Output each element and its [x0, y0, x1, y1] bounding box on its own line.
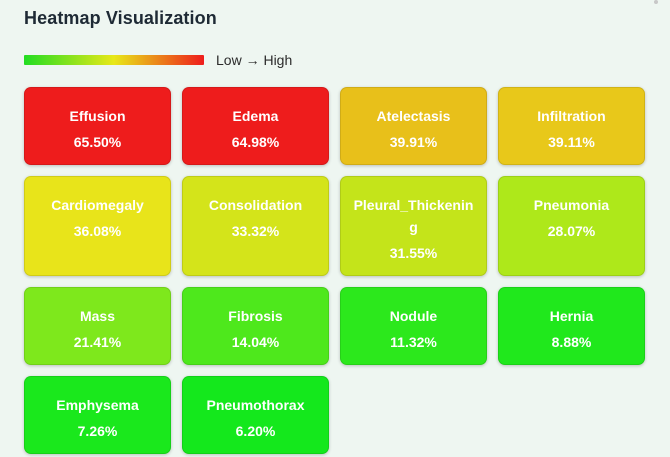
heatmap-cell-value: 39.11% — [548, 134, 595, 150]
heatmap-cell-effusion[interactable]: Effusion 65.50% — [24, 87, 171, 165]
heatmap-cell-value: 8.88% — [551, 334, 592, 350]
heatmap-cell-value: 28.07% — [547, 223, 596, 239]
heatmap-cell-edema[interactable]: Edema 64.98% — [182, 87, 329, 165]
heatmap-cell-pneumothorax[interactable]: Pneumothorax 6.20% — [182, 376, 329, 454]
heatmap-cell-value: 65.50% — [73, 134, 122, 150]
heatmap-cell-value: 6.20% — [235, 423, 276, 439]
legend-label: Low → High — [216, 52, 293, 68]
heatmap-cell-pleural-thickening[interactable]: Pleural_Thickening 31.55% — [340, 176, 487, 276]
heatmap-cell-atelectasis[interactable]: Atelectasis 39.91% — [340, 87, 487, 165]
page-title: Heatmap Visualization — [24, 8, 217, 28]
heatmap-cell-label: Mass — [79, 308, 116, 324]
heatmap-cell-value: 64.98% — [231, 134, 280, 150]
heatmap-cell-label: Pleural_Thickening — [353, 197, 474, 235]
heatmap-cell-value: 33.32% — [231, 223, 280, 239]
heatmap-cell-label: Atelectasis — [376, 108, 451, 124]
legend-gradient-bar — [24, 55, 204, 65]
heatmap-cell-label: Nodule — [389, 308, 438, 324]
heatmap-cell-hernia[interactable]: Hernia 8.88% — [498, 287, 645, 365]
heatmap-cell-value: 31.55% — [389, 245, 438, 261]
heatmap-cell-emphysema[interactable]: Emphysema 7.26% — [24, 376, 171, 454]
heatmap-cell-label: Pneumothorax — [206, 397, 305, 413]
heatmap-cell-label: Edema — [232, 108, 279, 124]
heatmap-cell-value: 11.32% — [390, 334, 437, 350]
heatmap-cell-nodule[interactable]: Nodule 11.32% — [340, 287, 487, 365]
heatmap-cell-label: Cardiomegaly — [51, 197, 144, 213]
heatmap-page: Heatmap Visualization Low → High Effusio… — [0, 0, 670, 457]
heatmap-cell-value: 39.91% — [389, 134, 438, 150]
heatmap-cell-value: 14.04% — [231, 334, 280, 350]
heatmap-cell-label: Hernia — [549, 308, 594, 324]
heatmap-cell-fibrosis[interactable]: Fibrosis 14.04% — [182, 287, 329, 365]
heatmap-cell-label: Emphysema — [56, 397, 139, 413]
scroll-indicator-dot — [654, 0, 658, 4]
heatmap-cell-label: Pneumonia — [533, 197, 610, 213]
heatmap-cell-label: Effusion — [69, 108, 126, 124]
heatmap-cell-label: Fibrosis — [228, 308, 283, 324]
heatmap-cell-value: 21.41% — [73, 334, 122, 350]
heatmap-cell-label: Consolidation — [208, 197, 303, 213]
heatmap-cell-cardiomegaly[interactable]: Cardiomegaly 36.08% — [24, 176, 171, 276]
heatmap-cell-label: Infiltration — [537, 108, 606, 124]
heatmap-cell-value: 7.26% — [77, 423, 118, 439]
heatmap-cell-pneumonia[interactable]: Pneumonia 28.07% — [498, 176, 645, 276]
heatmap-cell-mass[interactable]: Mass 21.41% — [24, 287, 171, 365]
heatmap-cell-infiltration[interactable]: Infiltration 39.11% — [498, 87, 645, 165]
heatmap-cell-consolidation[interactable]: Consolidation 33.32% — [182, 176, 329, 276]
heatmap-cell-value: 36.08% — [73, 223, 122, 239]
legend: Low → High — [24, 52, 292, 68]
